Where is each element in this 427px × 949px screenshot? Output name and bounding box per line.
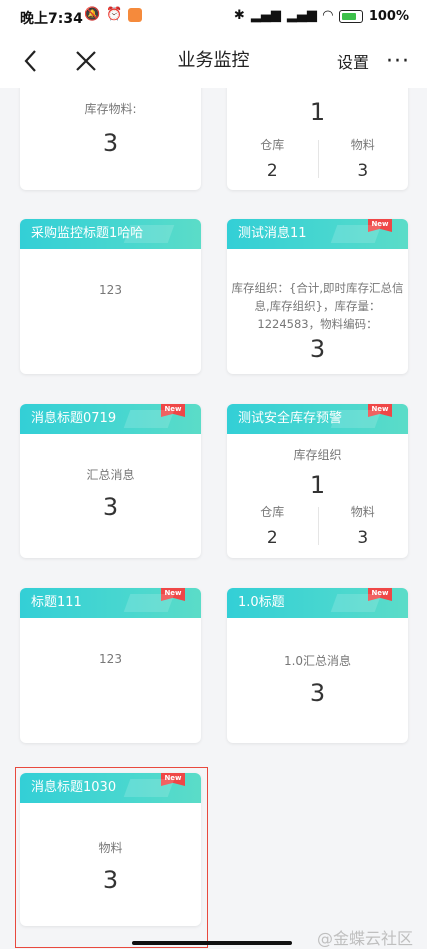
card-label: 汇总消息 bbox=[86, 468, 135, 482]
card-title: 1.0标题 bbox=[238, 595, 285, 610]
new-badge: New bbox=[161, 773, 185, 786]
close-icon[interactable] bbox=[68, 34, 104, 88]
wifi-icon: ◠ bbox=[322, 8, 333, 23]
monitor-card[interactable]: 测试安全库存预警 New 库存组织 1 仓库 2 物料 3 bbox=[227, 404, 408, 558]
card-message-text: 库存组织：{合计,即时库存汇总信息,库存组织}，库存量：1224583，物料编码… bbox=[231, 281, 404, 331]
card-title: 消息标题1030 bbox=[31, 780, 117, 795]
card-title: 标题111 bbox=[31, 595, 82, 610]
card-title: 测试消息11 bbox=[238, 226, 307, 241]
sub-value-warehouse: 2 bbox=[266, 528, 278, 548]
app-notification-icon bbox=[128, 8, 143, 22]
status-bar: 晚上7:34 🔕 ⏰ ✱ ▂▄▆ ▂▄▆ ◠ 100% bbox=[0, 0, 427, 34]
divider bbox=[317, 507, 319, 545]
back-icon[interactable] bbox=[12, 34, 48, 88]
card-label: 库存物料: bbox=[84, 102, 137, 116]
card-title: 测试安全库存预警 bbox=[238, 411, 343, 426]
card-value: 3 bbox=[102, 493, 119, 521]
card-value: 3 bbox=[309, 679, 326, 707]
card-body-text: 123 bbox=[99, 652, 122, 666]
status-time: 晚上7:34 bbox=[20, 11, 83, 27]
sub-label-material: 物料 bbox=[350, 505, 375, 519]
sub-value-warehouse: 2 bbox=[266, 161, 278, 181]
nav-bar: 业务监控 设置 ··· bbox=[0, 34, 427, 88]
new-badge: New bbox=[368, 404, 392, 417]
card-value: 1 bbox=[309, 98, 326, 126]
card-body-text: 123 bbox=[99, 283, 122, 297]
signal-2-icon: ▂▄▆ bbox=[286, 8, 317, 23]
signal-icon: ▂▄▆ bbox=[250, 8, 281, 23]
card-value: 3 bbox=[309, 335, 326, 363]
new-badge: New bbox=[161, 404, 185, 417]
more-icon[interactable]: ··· bbox=[383, 34, 413, 88]
monitor-card[interactable]: 标题111 New 123 bbox=[20, 588, 201, 743]
card-title: 采购监控标题1哈哈 bbox=[20, 219, 201, 249]
monitor-card[interactable]: 消息标题1030 New 物料 3 bbox=[20, 773, 201, 926]
card-grid: 库存物料: 3 1 仓库 2 物料 3 采购监控标题1哈哈 123 测试消息11… bbox=[0, 88, 427, 949]
card-label: 物料 bbox=[98, 841, 123, 855]
card-title: 消息标题0719 bbox=[31, 411, 117, 426]
battery-level: 100% bbox=[368, 8, 409, 24]
bluetooth-icon: ✱ bbox=[233, 8, 245, 23]
new-badge: New bbox=[368, 588, 392, 601]
monitor-card[interactable]: 测试消息11 New 库存组织：{合计,即时库存汇总信息,库存组织}，库存量：1… bbox=[227, 219, 408, 374]
card-value: 3 bbox=[102, 866, 119, 894]
settings-button[interactable]: 设置 bbox=[337, 34, 369, 88]
monitor-card[interactable]: 1.0标题 New 1.0汇总消息 3 bbox=[227, 588, 408, 743]
sub-value-material: 3 bbox=[357, 161, 369, 181]
monitor-card[interactable]: 库存物料: 3 bbox=[20, 88, 201, 190]
monitor-card[interactable]: 消息标题0719 New 汇总消息 3 bbox=[20, 404, 201, 558]
alarm-icon: ⏰ bbox=[106, 7, 123, 22]
card-label: 库存组织 bbox=[293, 448, 342, 462]
card-value: 1 bbox=[309, 471, 326, 499]
sub-label-warehouse: 仓库 bbox=[260, 138, 285, 152]
card-value: 3 bbox=[102, 129, 119, 157]
monitor-card[interactable]: 1 仓库 2 物料 3 bbox=[227, 88, 408, 190]
sub-value-material: 3 bbox=[357, 528, 369, 548]
sub-label-warehouse: 仓库 bbox=[260, 505, 285, 519]
new-badge: New bbox=[368, 219, 392, 232]
home-indicator[interactable] bbox=[132, 941, 292, 945]
card-label: 1.0汇总消息 bbox=[283, 654, 352, 668]
battery-icon bbox=[338, 9, 363, 23]
monitor-card[interactable]: 采购监控标题1哈哈 123 bbox=[20, 219, 201, 374]
mute-icon: 🔕 bbox=[84, 7, 101, 22]
watermark: @金蝶云社区 bbox=[316, 929, 413, 948]
divider bbox=[317, 140, 319, 178]
sub-label-material: 物料 bbox=[350, 138, 375, 152]
new-badge: New bbox=[161, 588, 185, 601]
